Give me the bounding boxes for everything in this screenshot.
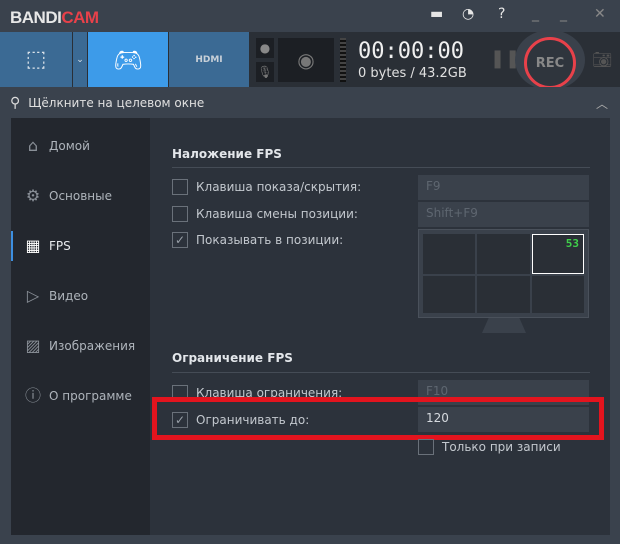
info-icon: ⓘ — [24, 386, 41, 405]
home-icon: ⌂ — [27, 136, 39, 155]
sidebar-item-about[interactable]: ⓘ О программе — [11, 381, 150, 411]
mode-dropdown-button[interactable]: ⌄ — [73, 32, 87, 87]
clock-icon[interactable]: ◔ — [462, 6, 474, 22]
sidebar-item-label: Видео — [49, 289, 89, 303]
checkmark-icon: ✓ — [172, 232, 188, 248]
gear-icon: ⚙ — [25, 186, 41, 205]
sidebar-item-label: Основные — [49, 189, 113, 203]
hdmi-icon: HDMI — [195, 54, 223, 65]
sidebar-item-label: FPS — [49, 239, 71, 253]
collapse-chevron-icon[interactable]: ︿ — [596, 95, 608, 112]
label: Клавиша показа/скрытия: — [196, 180, 362, 194]
webcam-overlay-toggle[interactable]: ● — [256, 38, 274, 58]
video-settings-icon: ▷ — [26, 286, 40, 305]
fps-limit-heading: Ограничение FPS — [172, 351, 293, 365]
app-logo: BANDICAM — [10, 8, 99, 27]
rectangle-area-icon: ⬚ — [25, 47, 47, 72]
position-top-center[interactable] — [477, 234, 530, 274]
fps-sample: 53 — [565, 237, 579, 250]
target-window-text: Щёлкните на целевом окне — [28, 96, 205, 110]
fps-settings-icon: ▦ — [25, 236, 41, 255]
position-hotkey-checkbox[interactable]: Клавиша смены позиции: — [172, 206, 358, 222]
divider — [172, 167, 590, 168]
sidebar-item-label: Изображения — [49, 339, 136, 353]
label: Только при записи — [442, 440, 561, 454]
show-at-position-checkbox[interactable]: ✓ Показывать в позиции: — [172, 232, 343, 248]
close-icon[interactable]: ✕ — [594, 6, 606, 22]
game-mode-button[interactable]: 🎮︎ — [88, 32, 168, 87]
show-hide-hotkey-field[interactable]: F9 — [418, 175, 589, 200]
sidebar-item-home[interactable]: ⌂ Домой — [11, 131, 150, 161]
position-top-right[interactable]: 53 — [531, 234, 584, 274]
only-when-recording-checkbox[interactable]: Только при записи — [418, 439, 561, 455]
gamepad-icon: 🎮︎ — [112, 45, 144, 74]
checkbox-icon — [172, 179, 188, 195]
hdmi-mode-button[interactable]: HDMI — [169, 32, 249, 87]
microphone-icon[interactable]: 🎙︎ — [256, 62, 274, 82]
chevron-down-icon: ⌄ — [76, 54, 84, 65]
position-hotkey-field[interactable]: Shift+F9 — [418, 202, 589, 227]
webcam-button[interactable]: ◉ — [278, 38, 334, 82]
sidebar-item-general[interactable]: ⚙ Основные — [11, 181, 150, 211]
timer: 00:00:00 — [358, 39, 464, 64]
position-bottom-right[interactable] — [531, 275, 584, 313]
checkbox-icon — [418, 439, 434, 455]
toolbar: ⬚ ⌄ 🎮︎ HDMI ● 🎙︎ ◉ 00:00:00 0 bytes / 43… — [0, 30, 620, 90]
show-hide-hotkey-checkbox[interactable]: Клавиша показа/скрытия: — [172, 179, 361, 195]
level-meter — [340, 38, 346, 82]
highlight-box — [152, 397, 604, 440]
folder-icon[interactable]: ▬ — [430, 6, 443, 22]
sidebar: ⌂ Домой ⚙ Основные ▦ FPS ▷ Видео ▨ Изображени… — [11, 118, 150, 535]
target-window-bar[interactable]: ⚲ Щёлкните на целевом окне ︿ — [0, 87, 620, 119]
sidebar-item-label: Домой — [49, 139, 90, 153]
maximize-icon[interactable]: _ — [560, 6, 567, 22]
position-selector: 53 — [418, 229, 589, 318]
image-settings-icon: ▨ — [25, 336, 41, 355]
minimize-icon[interactable]: _ — [532, 6, 539, 22]
position-bottom-center[interactable] — [477, 275, 530, 313]
fps-overlay-heading: Наложение FPS — [172, 147, 282, 161]
sidebar-item-video[interactable]: ▷ Видео — [11, 281, 150, 311]
screenshot-camera-icon[interactable]: 📷︎ — [592, 50, 612, 69]
label: Клавиша смены позиции: — [196, 207, 358, 221]
sidebar-item-images[interactable]: ▨ Изображения — [11, 331, 150, 361]
divider — [172, 372, 590, 373]
help-icon[interactable]: ? — [498, 6, 505, 22]
position-bottom-left[interactable] — [423, 275, 476, 313]
webcam-icon: ◉ — [297, 48, 315, 72]
monitor-stand — [482, 318, 526, 333]
file-size: 0 bytes / 43.2GB — [358, 66, 467, 81]
sidebar-item-label: О программе — [49, 389, 132, 403]
position-top-left[interactable] — [423, 234, 476, 274]
checkbox-icon — [172, 206, 188, 222]
label: Показывать в позиции: — [196, 233, 344, 247]
search-icon: ⚲ — [10, 95, 21, 111]
screen-mode-button[interactable]: ⬚ — [0, 32, 72, 87]
sidebar-item-fps[interactable]: ▦ FPS — [11, 231, 150, 261]
rec-button[interactable]: REC — [524, 37, 576, 89]
